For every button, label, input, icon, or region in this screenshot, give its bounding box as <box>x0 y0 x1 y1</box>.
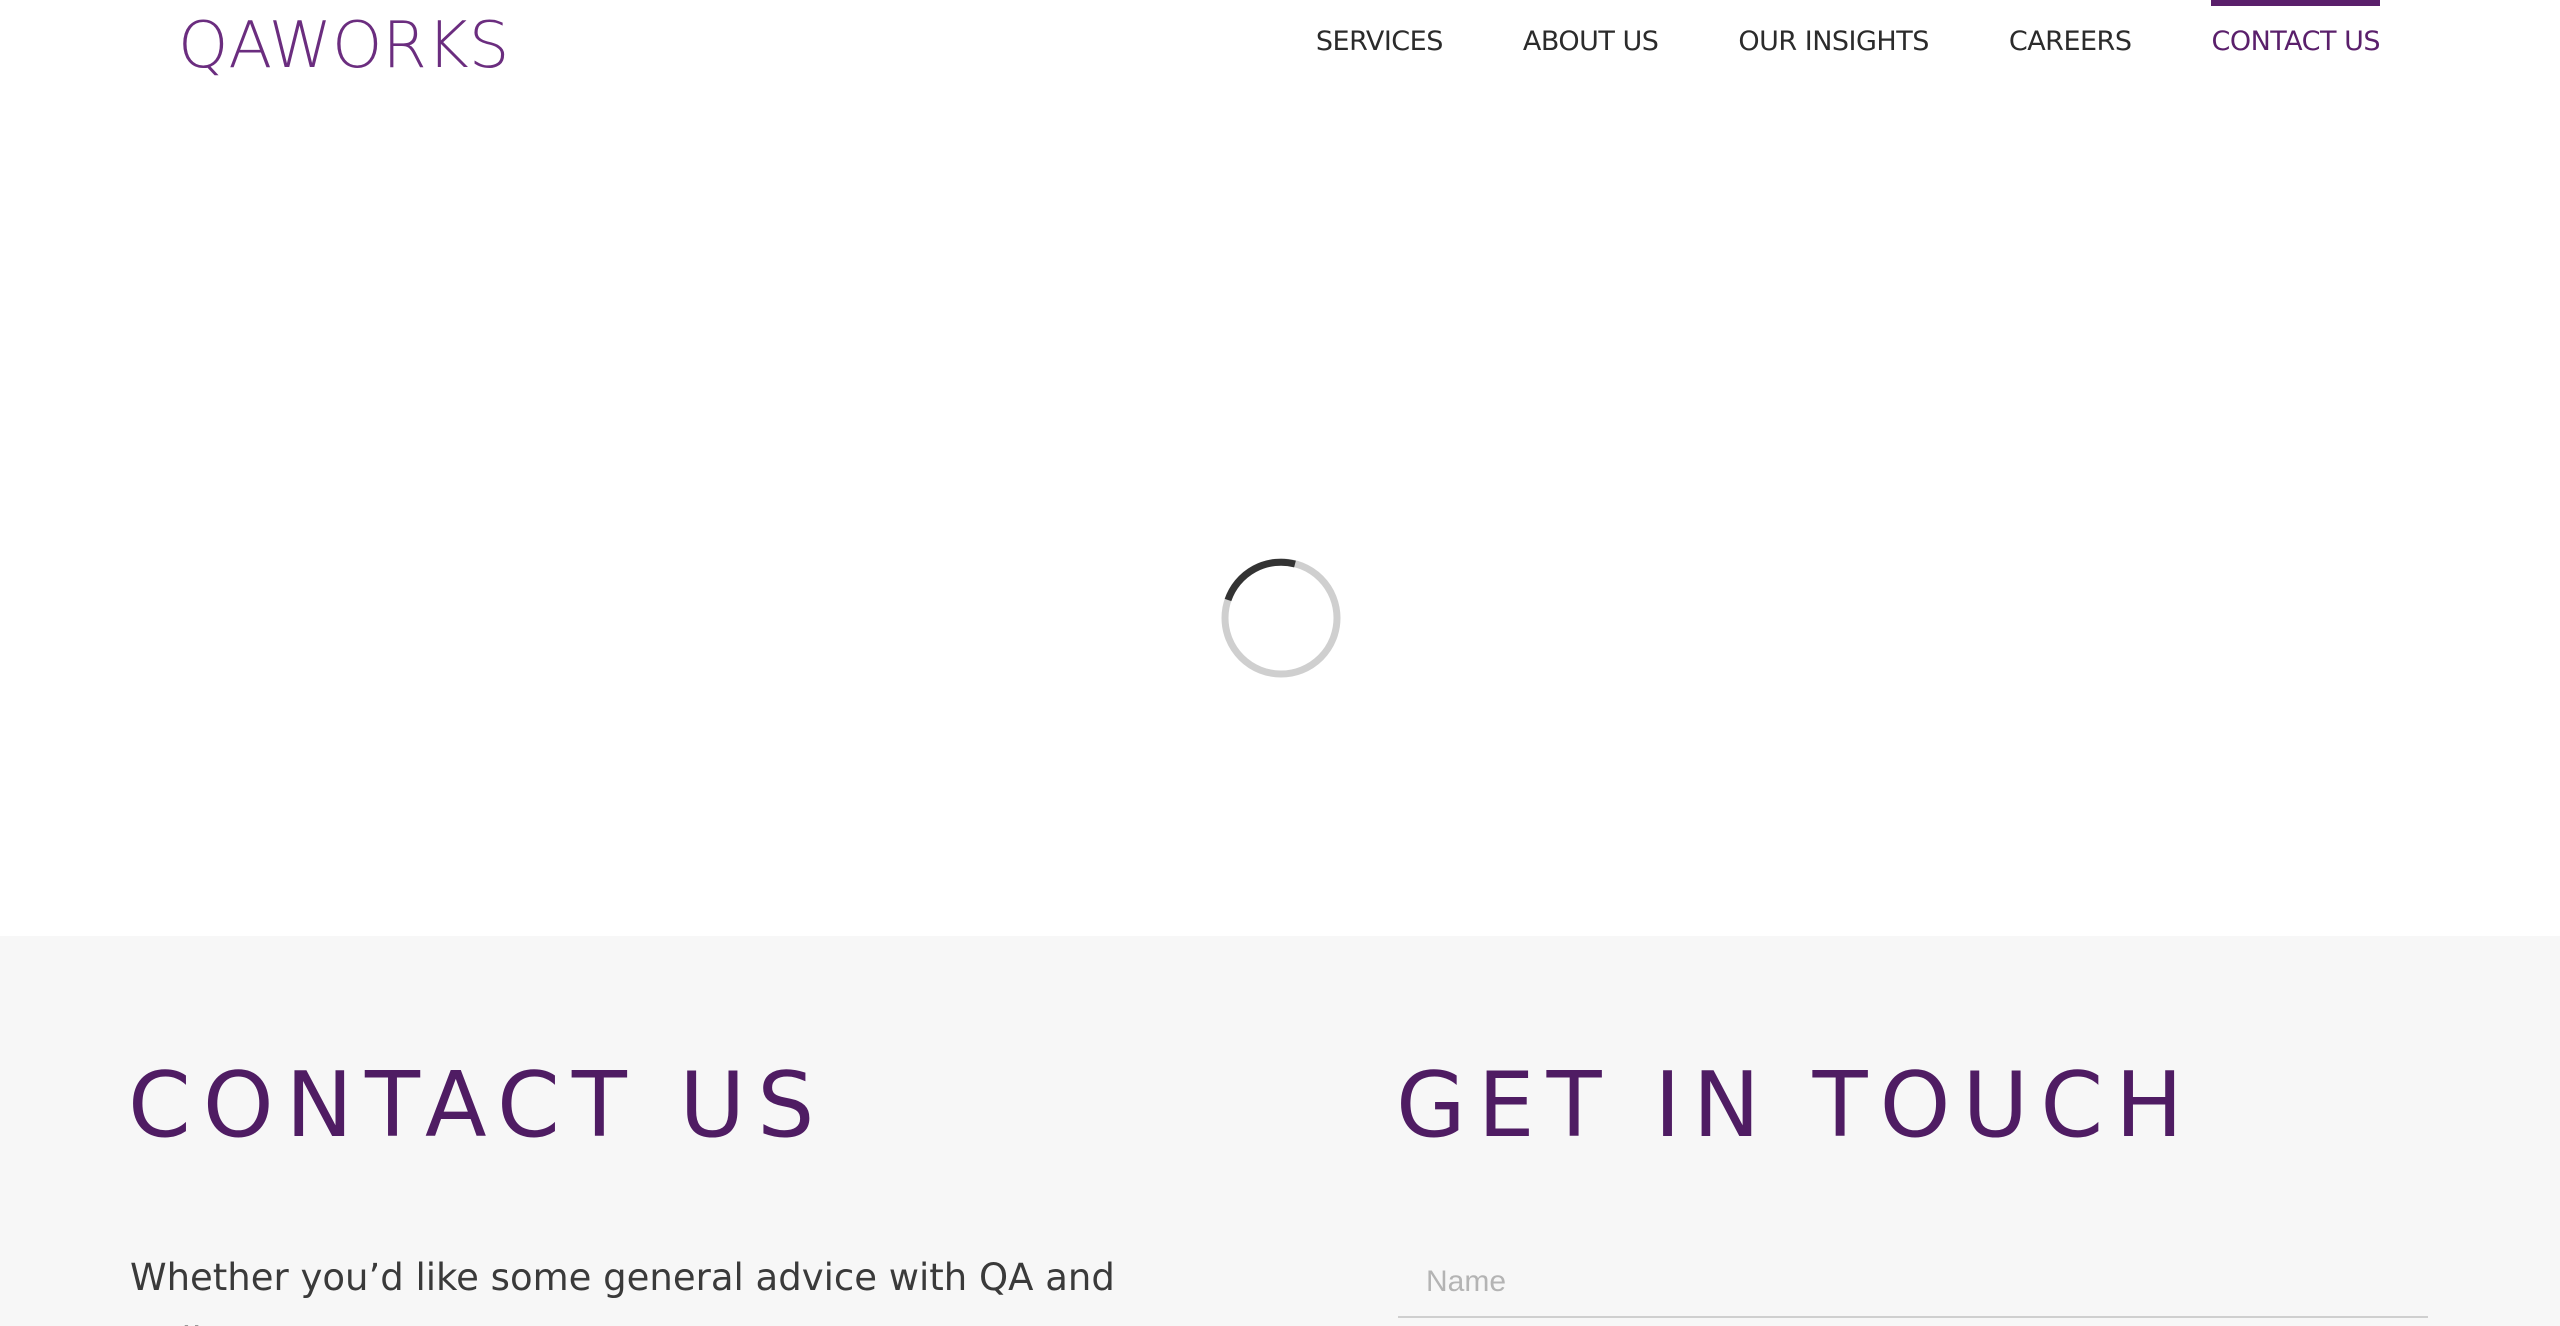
contact-us-heading: CONTACT US <box>128 1053 827 1158</box>
contact-intro-text: Whether you’d like some general advice w… <box>130 1256 1115 1326</box>
spinner-icon <box>1221 558 1341 678</box>
site-header: QAWORKS SERVICES ABOUT US OUR INSIGHTS C… <box>0 0 2560 100</box>
nav-item-services[interactable]: SERVICES <box>1316 0 1443 84</box>
name-input[interactable] <box>1398 1248 2428 1318</box>
get-in-touch-heading: GET IN TOUCH <box>1396 1053 2195 1158</box>
nav-item-about-us[interactable]: ABOUT US <box>1523 0 1659 84</box>
page: QAWORKS SERVICES ABOUT US OUR INSIGHTS C… <box>0 0 2560 1326</box>
qaworks-logo[interactable]: QAWORKS <box>178 6 509 86</box>
contact-section: CONTACT US GET IN TOUCH Whether you’d li… <box>0 936 2560 1326</box>
nav-item-contact-us[interactable]: CONTACT US <box>2211 0 2380 84</box>
nav-item-careers[interactable]: CAREERS <box>2009 0 2132 84</box>
main-nav: SERVICES ABOUT US OUR INSIGHTS CAREERS C… <box>1236 0 2380 84</box>
map-loading-area <box>0 100 2560 936</box>
nav-item-our-insights[interactable]: OUR INSIGHTS <box>1738 0 1929 84</box>
